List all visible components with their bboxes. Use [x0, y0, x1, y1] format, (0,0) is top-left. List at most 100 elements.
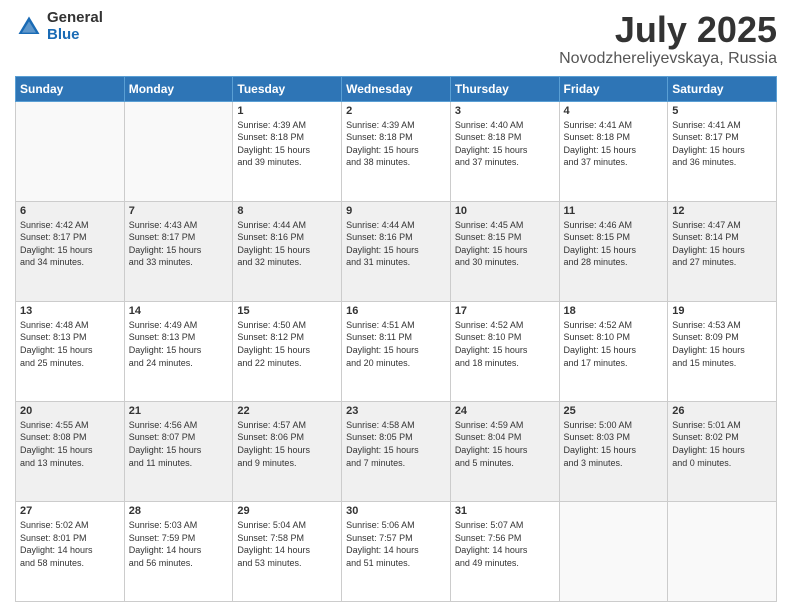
day-number: 8 [237, 205, 337, 217]
calendar-cell [124, 101, 233, 201]
day-number: 28 [129, 505, 229, 517]
day-info: Sunrise: 4:41 AM Sunset: 8:18 PM Dayligh… [564, 119, 664, 169]
calendar-cell: 22 Sunrise: 4:57 AM Sunset: 8:06 PM Dayli… [233, 401, 342, 501]
day-info: Sunrise: 4:43 AM Sunset: 8:17 PM Dayligh… [129, 219, 229, 269]
day-number: 9 [346, 205, 446, 217]
day-number: 30 [346, 505, 446, 517]
day-info: Sunrise: 4:49 AM Sunset: 8:13 PM Dayligh… [129, 319, 229, 369]
day-number: 31 [455, 505, 555, 517]
day-info: Sunrise: 4:59 AM Sunset: 8:04 PM Dayligh… [455, 419, 555, 469]
week-row-3: 13 Sunrise: 4:48 AM Sunset: 8:13 PM Dayli… [16, 301, 777, 401]
day-number: 7 [129, 205, 229, 217]
calendar-cell: 4 Sunrise: 4:41 AM Sunset: 8:18 PM Daylig… [559, 101, 668, 201]
page: General Blue July 2025 Novodzhereliyevsk… [0, 0, 792, 612]
calendar-cell: 29 Sunrise: 5:04 AM Sunset: 7:58 PM Dayli… [233, 501, 342, 601]
calendar-cell: 24Sunrise: 4:59 AM Sunset: 8:04 PM Dayli… [450, 401, 559, 501]
calendar-cell: 15Sunrise: 4:50 AM Sunset: 8:12 PM Dayli… [233, 301, 342, 401]
day-info: Sunrise: 4:52 AM Sunset: 8:10 PM Dayligh… [564, 319, 664, 369]
subtitle: Novodzhereliyevskaya, Russia [559, 50, 777, 68]
calendar-cell: 28 Sunrise: 5:03 AM Sunset: 7:59 PM Dayli… [124, 501, 233, 601]
calendar-cell: 26 Sunrise: 5:01 AM Sunset: 8:02 PM Dayli… [668, 401, 777, 501]
day-info: Sunrise: 4:39 AM Sunset: 8:18 PM Dayligh… [346, 119, 446, 169]
day-info: Sunrise: 5:04 AM Sunset: 7:58 PM Dayligh… [237, 519, 337, 569]
day-info: Sunrise: 4:58 AM Sunset: 8:05 PM Dayligh… [346, 419, 446, 469]
day-info: Sunrise: 5:01 AM Sunset: 8:02 PM Dayligh… [672, 419, 772, 469]
day-info: Sunrise: 4:57 AM Sunset: 8:06 PM Dayligh… [237, 419, 337, 469]
calendar-cell: 23 Sunrise: 4:58 AM Sunset: 8:05 PM Dayli… [342, 401, 451, 501]
calendar-cell: 10Sunrise: 4:45 AM Sunset: 8:15 PM Dayli… [450, 201, 559, 301]
day-info: Sunrise: 5:00 AM Sunset: 8:03 PM Dayligh… [564, 419, 664, 469]
day-number: 5 [672, 105, 772, 117]
day-number: 19 [672, 305, 772, 317]
day-number: 4 [564, 105, 664, 117]
day-info: Sunrise: 5:07 AM Sunset: 7:56 PM Dayligh… [455, 519, 555, 569]
header-row: SundayMondayTuesdayWednesdayThursdayFrid… [16, 76, 777, 101]
day-info: Sunrise: 5:03 AM Sunset: 7:59 PM Dayligh… [129, 519, 229, 569]
calendar-cell: 5 Sunrise: 4:41 AM Sunset: 8:17 PM Daylig… [668, 101, 777, 201]
day-info: Sunrise: 4:51 AM Sunset: 8:11 PM Dayligh… [346, 319, 446, 369]
col-header-sunday: Sunday [16, 76, 125, 101]
day-number: 12 [672, 205, 772, 217]
calendar-cell: 6Sunrise: 4:42 AM Sunset: 8:17 PM Daylig… [16, 201, 125, 301]
calendar-cell: 20 Sunrise: 4:55 AM Sunset: 8:08 PM Dayli… [16, 401, 125, 501]
day-number: 21 [129, 405, 229, 417]
calendar-cell: 17 Sunrise: 4:52 AM Sunset: 8:10 PM Dayli… [450, 301, 559, 401]
col-header-monday: Monday [124, 76, 233, 101]
day-info: Sunrise: 4:56 AM Sunset: 8:07 PM Dayligh… [129, 419, 229, 469]
day-info: Sunrise: 4:45 AM Sunset: 8:15 PM Dayligh… [455, 219, 555, 269]
day-number: 22 [237, 405, 337, 417]
col-header-thursday: Thursday [450, 76, 559, 101]
logo-general: General [47, 10, 103, 27]
day-info: Sunrise: 5:02 AM Sunset: 8:01 PM Dayligh… [20, 519, 120, 569]
day-number: 20 [20, 405, 120, 417]
calendar-cell: 16 Sunrise: 4:51 AM Sunset: 8:11 PM Dayli… [342, 301, 451, 401]
calendar-cell: 21 Sunrise: 4:56 AM Sunset: 8:07 PM Dayli… [124, 401, 233, 501]
calendar-cell [16, 101, 125, 201]
day-number: 11 [564, 205, 664, 217]
calendar-cell: 31 Sunrise: 5:07 AM Sunset: 7:56 PM Dayli… [450, 501, 559, 601]
day-number: 13 [20, 305, 120, 317]
calendar-cell: 14Sunrise: 4:49 AM Sunset: 8:13 PM Dayli… [124, 301, 233, 401]
day-number: 27 [20, 505, 120, 517]
title-block: July 2025 Novodzhereliyevskaya, Russia [559, 10, 777, 68]
day-number: 15 [237, 305, 337, 317]
day-number: 16 [346, 305, 446, 317]
day-info: Sunrise: 4:40 AM Sunset: 8:18 PM Dayligh… [455, 119, 555, 169]
day-number: 17 [455, 305, 555, 317]
day-number: 23 [346, 405, 446, 417]
col-header-saturday: Saturday [668, 76, 777, 101]
col-header-wednesday: Wednesday [342, 76, 451, 101]
logo: General Blue [15, 10, 103, 43]
day-number: 25 [564, 405, 664, 417]
calendar-cell: 3 Sunrise: 4:40 AM Sunset: 8:18 PM Daylig… [450, 101, 559, 201]
day-info: Sunrise: 4:46 AM Sunset: 8:15 PM Dayligh… [564, 219, 664, 269]
calendar-table: SundayMondayTuesdayWednesdayThursdayFrid… [15, 76, 777, 602]
col-header-friday: Friday [559, 76, 668, 101]
col-header-tuesday: Tuesday [233, 76, 342, 101]
day-number: 29 [237, 505, 337, 517]
calendar-cell: 25 Sunrise: 5:00 AM Sunset: 8:03 PM Dayli… [559, 401, 668, 501]
day-info: Sunrise: 4:44 AM Sunset: 8:16 PM Dayligh… [237, 219, 337, 269]
day-number: 2 [346, 105, 446, 117]
day-info: Sunrise: 4:41 AM Sunset: 8:17 PM Dayligh… [672, 119, 772, 169]
calendar-cell: 7 Sunrise: 4:43 AM Sunset: 8:17 PM Daylig… [124, 201, 233, 301]
week-row-1: 1 Sunrise: 4:39 AM Sunset: 8:18 PM Daylig… [16, 101, 777, 201]
week-row-2: 6Sunrise: 4:42 AM Sunset: 8:17 PM Daylig… [16, 201, 777, 301]
day-number: 1 [237, 105, 337, 117]
day-number: 26 [672, 405, 772, 417]
calendar-cell: 8 Sunrise: 4:44 AM Sunset: 8:16 PM Daylig… [233, 201, 342, 301]
week-row-4: 20 Sunrise: 4:55 AM Sunset: 8:08 PM Dayli… [16, 401, 777, 501]
calendar-cell [668, 501, 777, 601]
calendar-cell: 27 Sunrise: 5:02 AM Sunset: 8:01 PM Dayli… [16, 501, 125, 601]
day-info: Sunrise: 4:48 AM Sunset: 8:13 PM Dayligh… [20, 319, 120, 369]
day-number: 3 [455, 105, 555, 117]
header: General Blue July 2025 Novodzhereliyevsk… [15, 10, 777, 68]
day-info: Sunrise: 4:42 AM Sunset: 8:17 PM Dayligh… [20, 219, 120, 269]
day-info: Sunrise: 4:47 AM Sunset: 8:14 PM Dayligh… [672, 219, 772, 269]
day-info: Sunrise: 4:39 AM Sunset: 8:18 PM Dayligh… [237, 119, 337, 169]
day-info: Sunrise: 4:55 AM Sunset: 8:08 PM Dayligh… [20, 419, 120, 469]
day-info: Sunrise: 4:52 AM Sunset: 8:10 PM Dayligh… [455, 319, 555, 369]
calendar-cell: 12 Sunrise: 4:47 AM Sunset: 8:14 PM Dayli… [668, 201, 777, 301]
main-title: July 2025 [559, 10, 777, 50]
day-info: Sunrise: 4:44 AM Sunset: 8:16 PM Dayligh… [346, 219, 446, 269]
